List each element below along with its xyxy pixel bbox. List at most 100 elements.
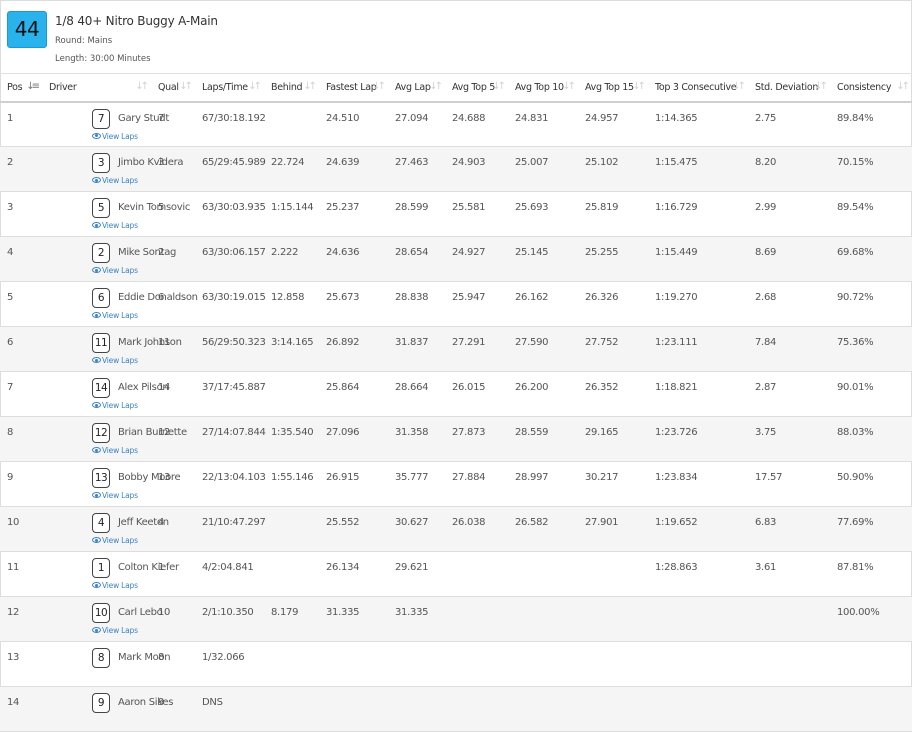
view-laps-link[interactable]: View Laps [92, 132, 138, 141]
top3c-cell [648, 642, 748, 687]
view-laps-link[interactable]: View Laps [92, 626, 138, 635]
std-cell: 3.61 [755, 562, 777, 573]
view-laps-link[interactable]: View Laps [92, 536, 138, 545]
top15-cell [578, 552, 648, 597]
top15-cell: 24.957 [585, 112, 619, 124]
behind-cell [264, 372, 319, 417]
std-cell: 6.83 [755, 517, 777, 528]
laps-time-cell: 2/1:10.350 [202, 607, 254, 618]
qual-cell: 3 [158, 157, 165, 168]
behind-cell: 3:14.165 [271, 337, 314, 348]
column-header-top10[interactable]: Avg Top 10 ↓↑ [508, 74, 578, 102]
sort-both-icon[interactable]: ↓↑ [248, 81, 262, 92]
laps-time-cell: 1/32.066 [202, 652, 245, 663]
column-header-top3c[interactable]: Top 3 Consecutive ↓↑ [648, 74, 748, 102]
avg-cell [388, 642, 445, 687]
view-laps-link[interactable]: View Laps [92, 491, 138, 500]
column-header-label: Avg Lap [395, 81, 431, 93]
sort-both-icon[interactable]: ↓↑ [429, 81, 443, 92]
race-header: 44 1/8 40+ Nitro Buggy A-Main Round: Mai… [0, 0, 912, 72]
view-laps-link[interactable]: View Laps [92, 221, 138, 230]
avg-cell: 31.358 [395, 427, 429, 438]
column-header-laps_time[interactable]: Laps/Time ↓↑ [195, 74, 264, 102]
avg-cell: 28.654 [395, 247, 429, 258]
sort-both-icon[interactable]: ↓↑ [179, 81, 193, 92]
top3c-cell: 1:19.270 [655, 292, 698, 303]
laps-time-cell: 4/2:04.841 [202, 562, 254, 573]
column-header-top5[interactable]: Avg Top 5 ↓↑ [445, 74, 508, 102]
eye-icon [92, 447, 101, 453]
sort-both-icon[interactable]: ↓↑ [814, 81, 828, 92]
table-row: 9 13 Bobby Moore View Laps 13 22/13:04.103 1:5… [0, 462, 912, 507]
sort-both-icon[interactable]: ↓↑ [732, 81, 746, 92]
table-row: 1 7 Gary Studt View Laps 7 67/30:18.192 24.510… [0, 102, 912, 147]
top3c-cell [648, 597, 748, 642]
top3c-cell: 1:28.863 [655, 562, 698, 573]
driver-name: Jimbo Kvidera [118, 157, 184, 168]
std-cell: 7.84 [755, 337, 777, 348]
driver-cell: 2 Mike Sontag View Laps [42, 237, 176, 282]
column-header-fastest[interactable]: Fastest Lap ↓↑ [319, 74, 388, 102]
column-header-driver[interactable]: Driver ↓↑ [42, 74, 151, 102]
behind-cell: 1:35.540 [271, 427, 314, 438]
behind-cell [264, 102, 319, 147]
view-laps-link[interactable]: View Laps [92, 356, 138, 365]
car-number-badge: 5 [92, 198, 110, 218]
top15-cell: 25.819 [585, 202, 619, 213]
sort-ascending-icon[interactable]: ↓≡ [26, 81, 40, 92]
driver-cell: 3 Jimbo Kvidera View Laps [42, 147, 184, 192]
pos-cell: 4 [7, 247, 14, 258]
sort-both-icon[interactable]: ↓↑ [303, 81, 317, 92]
table-row: 14 9 Aaron Sikes 9 DNS [0, 686, 912, 732]
column-header-consistency[interactable]: Consistency ↓↑ [830, 74, 912, 102]
top3c-cell: 1:15.449 [655, 247, 698, 258]
view-laps-label: View Laps [102, 626, 138, 635]
view-laps-label: View Laps [102, 176, 138, 185]
qual-cell: 12 [158, 427, 171, 438]
column-header-qual[interactable]: Qual ↓↑ [151, 74, 195, 102]
sort-both-icon[interactable]: ↓↑ [896, 81, 910, 92]
top3c-cell: 1:23.834 [655, 472, 698, 483]
sort-both-icon[interactable]: ↓↑ [492, 81, 506, 92]
sort-both-icon[interactable]: ↓↑ [372, 81, 386, 92]
laps-time-cell: 67/30:18.192 [202, 112, 266, 124]
table-row: 8 12 Brian Burnette View Laps 12 27/14:07.844… [0, 416, 912, 462]
view-laps-link[interactable]: View Laps [92, 446, 138, 455]
column-header-behind[interactable]: Behind ↓↑ [264, 74, 319, 102]
top3c-cell: 1:16.729 [655, 202, 698, 213]
pos-cell: 8 [7, 427, 14, 438]
qual-cell: 8 [158, 652, 165, 663]
fastest-cell: 26.892 [326, 337, 360, 348]
sort-both-icon[interactable]: ↓↑ [135, 81, 149, 92]
sort-both-icon[interactable]: ↓↑ [562, 81, 576, 92]
view-laps-link[interactable]: View Laps [92, 176, 138, 185]
top10-cell: 26.200 [515, 382, 549, 393]
eye-icon [92, 267, 101, 273]
qual-cell: 7 [158, 112, 165, 124]
top5-cell: 24.927 [452, 247, 486, 258]
view-laps-link[interactable]: View Laps [92, 311, 138, 320]
top10-cell: 24.831 [515, 112, 549, 124]
view-laps-link[interactable]: View Laps [92, 266, 138, 275]
view-laps-label: View Laps [102, 311, 138, 320]
top10-cell: 28.559 [515, 427, 549, 438]
column-header-std[interactable]: Std. Deviation ↓↑ [748, 74, 830, 102]
qual-cell: 2 [158, 247, 165, 258]
column-header-label: Avg Top 15 [585, 81, 634, 93]
column-header-label: Consistency [837, 81, 892, 93]
fastest-cell: 25.237 [326, 202, 360, 213]
sort-both-icon[interactable]: ↓↑ [632, 81, 646, 92]
consistency-cell: 90.01% [837, 382, 874, 393]
view-laps-link[interactable]: View Laps [92, 581, 138, 590]
behind-cell: 1:15.144 [271, 202, 314, 213]
column-header-avg[interactable]: Avg Lap ↓↑ [388, 74, 445, 102]
column-header-label: Avg Top 10 [515, 81, 564, 93]
column-header-pos[interactable]: Pos ↓≡ [0, 74, 42, 102]
table-row: 3 5 Kevin Tomsovic View Laps 5 63/30:03.935 1:… [0, 192, 912, 237]
eye-icon [92, 132, 101, 139]
top3c-cell: 1:18.821 [655, 382, 698, 393]
column-header-label: Avg Top 5 [452, 81, 496, 93]
view-laps-link[interactable]: View Laps [92, 401, 138, 410]
consistency-cell: 69.68% [837, 247, 874, 258]
column-header-top15[interactable]: Avg Top 15 ↓↑ [578, 74, 648, 102]
